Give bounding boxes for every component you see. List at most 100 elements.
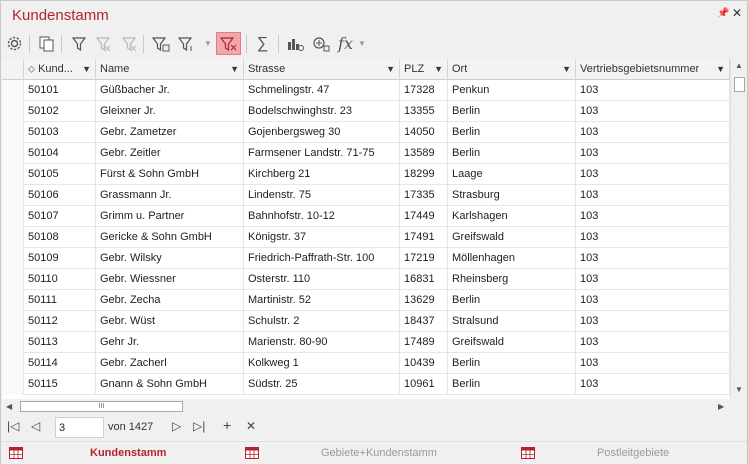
- cell-vgn[interactable]: 103: [576, 311, 730, 332]
- sum-icon[interactable]: ∑: [251, 32, 274, 55]
- column-header-strasse[interactable]: Strasse ▼: [244, 59, 400, 80]
- chevron-down-icon[interactable]: ▼: [434, 59, 443, 80]
- cell-kund[interactable]: 50112: [24, 311, 96, 332]
- chevron-down-icon[interactable]: ▼: [716, 59, 725, 80]
- cell-ort[interactable]: Rheinsberg: [448, 269, 576, 290]
- table-row[interactable]: 50108 Gericke & Sohn GmbH Königstr. 37 1749…: [2, 227, 730, 248]
- cell-plz[interactable]: 17328: [400, 80, 448, 101]
- table-row[interactable]: 50103 Gebr. Zametzer Gojenbergsweg 30 14050…: [2, 122, 730, 143]
- row-selector[interactable]: [2, 269, 24, 290]
- row-selector[interactable]: [2, 164, 24, 185]
- cell-strasse[interactable]: Schmelingstr. 47: [244, 80, 400, 101]
- copy-icon[interactable]: [35, 32, 58, 55]
- scroll-left-icon[interactable]: ◀: [6, 402, 12, 411]
- table-row[interactable]: 50104 Gebr. Zeitler Farmsener Landstr. 71-…: [2, 143, 730, 164]
- cell-vgn[interactable]: 103: [576, 269, 730, 290]
- cell-name[interactable]: Grassmann Jr.: [96, 185, 244, 206]
- filter-table-icon[interactable]: [149, 32, 172, 55]
- row-selector[interactable]: [2, 122, 24, 143]
- cell-ort[interactable]: Greifswald: [448, 332, 576, 353]
- row-selector[interactable]: [2, 101, 24, 122]
- row-selector[interactable]: [2, 248, 24, 269]
- row-selector[interactable]: [2, 374, 24, 395]
- cell-strasse[interactable]: Kirchberg 21: [244, 164, 400, 185]
- cell-kund[interactable]: 50107: [24, 206, 96, 227]
- cell-name[interactable]: Gebr. Wilsky: [96, 248, 244, 269]
- row-selector[interactable]: [2, 185, 24, 206]
- cell-name[interactable]: Gericke & Sohn GmbH: [96, 227, 244, 248]
- cell-strasse[interactable]: Martinistr. 52: [244, 290, 400, 311]
- cell-name[interactable]: Güßbacher Jr.: [96, 80, 244, 101]
- cell-vgn[interactable]: 103: [576, 374, 730, 395]
- vertical-scroll-thumb[interactable]: [734, 77, 745, 92]
- cell-vgn[interactable]: 103: [576, 143, 730, 164]
- cell-kund[interactable]: 50114: [24, 353, 96, 374]
- cell-ort[interactable]: Karlshagen: [448, 206, 576, 227]
- cell-vgn[interactable]: 103: [576, 353, 730, 374]
- close-icon[interactable]: ✕: [732, 6, 742, 20]
- cell-ort[interactable]: Greifswald: [448, 227, 576, 248]
- tab-gebiete-kundenstamm[interactable]: Gebiete+Kundenstamm: [237, 442, 513, 464]
- cell-ort[interactable]: Berlin: [448, 122, 576, 143]
- chevron-down-icon[interactable]: ▼: [230, 59, 239, 80]
- chevron-down-icon[interactable]: ▼: [562, 59, 571, 80]
- tab-postleitgebiete[interactable]: Postleitgebiete: [513, 442, 747, 464]
- cell-strasse[interactable]: Bodelschwinghstr. 23: [244, 101, 400, 122]
- active-filter-icon[interactable]: [216, 32, 241, 55]
- cell-ort[interactable]: Berlin: [448, 353, 576, 374]
- table-row[interactable]: 50113 Gehr Jr. Marienstr. 80-90 17489 Greifs…: [2, 332, 730, 353]
- cell-kund[interactable]: 50106: [24, 185, 96, 206]
- page-number-input[interactable]: [55, 417, 104, 438]
- scroll-up-icon[interactable]: ▲: [735, 61, 743, 70]
- cell-name[interactable]: Gebr. Wiessner: [96, 269, 244, 290]
- cell-name[interactable]: Gnann & Sohn GmbH: [96, 374, 244, 395]
- cell-ort[interactable]: Strasburg: [448, 185, 576, 206]
- cell-kund[interactable]: 50109: [24, 248, 96, 269]
- cell-plz[interactable]: 17491: [400, 227, 448, 248]
- scroll-down-icon[interactable]: ▼: [735, 385, 743, 394]
- column-header-plz[interactable]: PLZ ▼: [400, 59, 448, 80]
- cell-ort[interactable]: Möllenhagen: [448, 248, 576, 269]
- row-selector-header[interactable]: [2, 59, 24, 80]
- cell-name[interactable]: Gebr. Wüst: [96, 311, 244, 332]
- column-header-name[interactable]: Name ▼: [96, 59, 244, 80]
- row-selector[interactable]: [2, 290, 24, 311]
- table-row[interactable]: 50101 Güßbacher Jr. Schmelingstr. 47 17328 P…: [2, 80, 730, 101]
- table-row[interactable]: 50107 Grimm u. Partner Bahnhofstr. 10-12 17…: [2, 206, 730, 227]
- cell-plz[interactable]: 13629: [400, 290, 448, 311]
- cell-name[interactable]: Grimm u. Partner: [96, 206, 244, 227]
- row-selector[interactable]: [2, 227, 24, 248]
- clear-filter-icon[interactable]: [91, 32, 114, 55]
- cell-vgn[interactable]: 103: [576, 227, 730, 248]
- chevron-down-icon[interactable]: ▼: [204, 39, 212, 48]
- chevron-down-icon[interactable]: ▼: [386, 59, 395, 80]
- horizontal-scrollbar[interactable]: ◀ III ▶: [2, 399, 730, 414]
- cell-vgn[interactable]: 103: [576, 80, 730, 101]
- cell-name[interactable]: Fürst & Sohn GmbH: [96, 164, 244, 185]
- cell-strasse[interactable]: Kolkweg 1: [244, 353, 400, 374]
- vertical-scrollbar[interactable]: ▲ ▼: [730, 59, 747, 399]
- cell-ort[interactable]: Berlin: [448, 290, 576, 311]
- cell-kund[interactable]: 50113: [24, 332, 96, 353]
- next-page-button[interactable]: ▷: [172, 419, 181, 433]
- cell-plz[interactable]: 18437: [400, 311, 448, 332]
- chevron-down-icon[interactable]: ▼: [82, 59, 91, 80]
- chevron-down-icon[interactable]: ▼: [358, 39, 366, 48]
- cell-strasse[interactable]: Gojenbergsweg 30: [244, 122, 400, 143]
- row-selector[interactable]: [2, 206, 24, 227]
- cell-name[interactable]: Gleixner Jr.: [96, 101, 244, 122]
- cell-plz[interactable]: 10961: [400, 374, 448, 395]
- table-row[interactable]: 50111 Gebr. Zecha Martinistr. 52 13629 Berli…: [2, 290, 730, 311]
- cell-kund[interactable]: 50103: [24, 122, 96, 143]
- cell-plz[interactable]: 17489: [400, 332, 448, 353]
- scroll-right-icon[interactable]: ▶: [718, 402, 724, 411]
- cell-strasse[interactable]: Lindenstr. 75: [244, 185, 400, 206]
- cell-kund[interactable]: 50104: [24, 143, 96, 164]
- table-row[interactable]: 50102 Gleixner Jr. Bodelschwinghstr. 23 133…: [2, 101, 730, 122]
- filter-icon[interactable]: [67, 32, 90, 55]
- cell-strasse[interactable]: Marienstr. 80-90: [244, 332, 400, 353]
- cell-kund[interactable]: 50108: [24, 227, 96, 248]
- table-row[interactable]: 50106 Grassmann Jr. Lindenstr. 75 17335 Stra…: [2, 185, 730, 206]
- pin-icon[interactable]: 📌: [717, 8, 729, 19]
- cell-strasse[interactable]: Friedrich-Paffrath-Str. 100: [244, 248, 400, 269]
